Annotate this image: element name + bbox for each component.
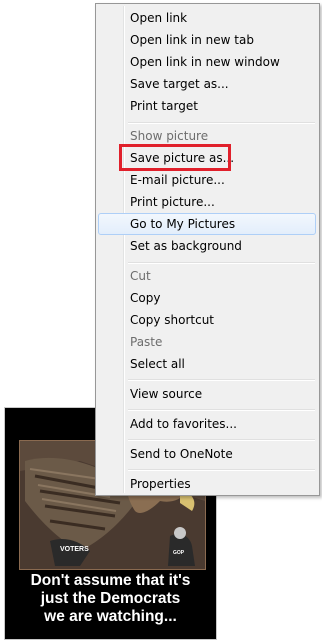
menu-item-send-to-onenote[interactable]: Send to OneNote [98,443,316,465]
menu-item-open-link-new-window[interactable]: Open link in new window [98,51,316,73]
menu-separator [128,262,315,264]
menu-separator [128,379,315,381]
menu-item-go-to-my-pictures[interactable]: Go to My Pictures [98,213,316,235]
caption-line: Don't assume that it's [30,572,191,589]
eagle-label: VOTERS [60,546,89,553]
menu-item-email-picture[interactable]: E-mail picture... [98,169,316,191]
menu-separator [128,409,315,411]
menu-item-copy-shortcut[interactable]: Copy shortcut [98,309,316,331]
menu-separator [128,122,315,124]
menu-item-add-to-favorites[interactable]: Add to favorites... [98,413,316,435]
context-menu: Open link Open link in new tab Open link… [95,3,320,496]
highlight-annotation-box [119,144,231,171]
poster-caption: Don't assume that it's just the Democrat… [5,572,216,626]
menu-item-open-link-new-tab[interactable]: Open link in new tab [98,29,316,51]
menu-item-print-picture[interactable]: Print picture... [98,191,316,213]
caption-line: just the Democrats [40,590,181,607]
menu-item-set-as-background[interactable]: Set as background [98,235,316,257]
menu-item-view-source[interactable]: View source [98,383,316,405]
menu-item-copy[interactable]: Copy [98,287,316,309]
menu-item-properties[interactable]: Properties [98,473,316,495]
menu-item-open-link[interactable]: Open link [98,7,316,29]
menu-separator [128,439,315,441]
figure-label: GOP [173,550,185,556]
menu-item-save-target-as[interactable]: Save target as... [98,73,316,95]
menu-item-print-target[interactable]: Print target [98,95,316,117]
menu-separator [128,469,315,471]
menu-item-cut[interactable]: Cut [98,265,316,287]
menu-item-select-all[interactable]: Select all [98,353,316,375]
caption-line: we are watching... [44,608,177,625]
menu-item-paste[interactable]: Paste [98,331,316,353]
